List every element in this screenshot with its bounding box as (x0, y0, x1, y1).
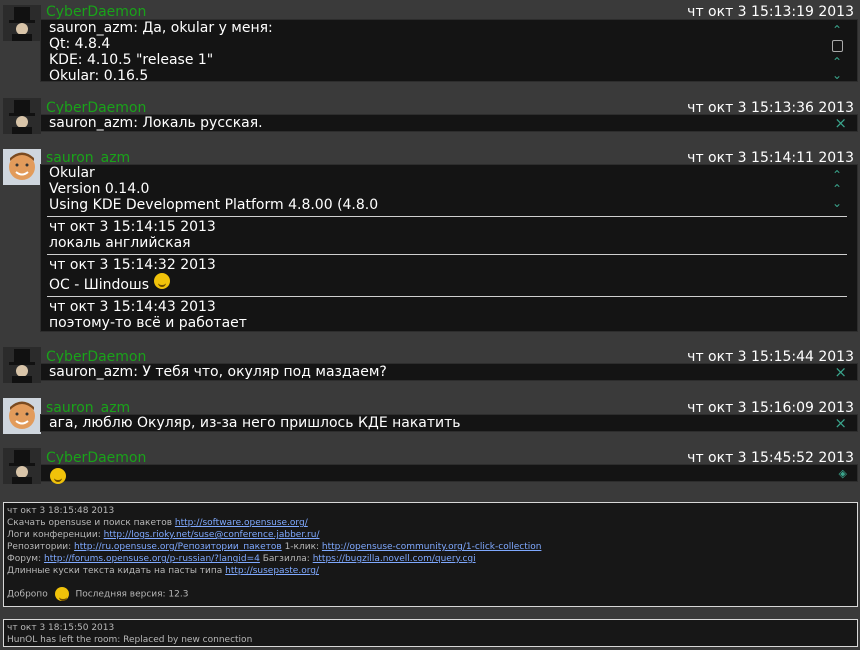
message: CyberDaemon чт окт 3 15:13:19 2013 sauro… (0, 5, 860, 85)
timestamp: чт окт 3 15:13:19 2013 (687, 4, 854, 20)
avatar (3, 149, 41, 185)
link[interactable]: http://opensuse-community.org/1-click-co… (322, 542, 542, 552)
message-line: ОС - Шindoшs (49, 277, 150, 293)
system-event: чт окт 3 18:15:50 2013 HunOL has left th… (3, 619, 858, 647)
message: sauron_azm чт окт 3 15:16:09 2013 ага, л… (0, 398, 860, 434)
message-body: ◈ (40, 464, 858, 484)
link[interactable]: http://ru.opensuse.org/Репозитории_пакет… (74, 542, 282, 552)
smiley-wave-icon (50, 468, 66, 484)
message-line: Okular: 0.16.5 (49, 68, 149, 84)
message-line: sauron_azm: Да, okular у меня: (49, 20, 273, 36)
message-line: Okular (49, 165, 95, 181)
topic-text: Длинные куски текста кидать на пасты тип… (7, 566, 226, 576)
close-icon[interactable]: × (834, 416, 847, 431)
followup-time: чт окт 3 15:14:32 2013 (49, 257, 216, 273)
scroll-up-icon[interactable]: ⌃ (829, 169, 845, 181)
topic-text: Добропо (7, 589, 48, 600)
event-text: HunOL has left the room: Replaced by new… (7, 635, 253, 645)
message-line: ага, люблю Окуляр, из-за него пришлось К… (49, 415, 461, 431)
topic-time: чт окт 3 18:15:48 2013 (7, 506, 115, 516)
message-line: sauron_azm: У тебя что, окуляр под мазда… (49, 364, 387, 380)
topic-text: Скачать opensuse и поиск пакетов (7, 518, 175, 528)
message-body: sauron_azm: Локаль русская. × (40, 114, 858, 132)
topic-text: Репозитории: (7, 542, 75, 552)
message-line: поэтому-то всё и работает (49, 315, 247, 331)
message-body: sauron_azm: У тебя что, окуляр под мазда… (40, 363, 858, 381)
topic-text: Багзилла: (259, 554, 313, 564)
divider (47, 216, 847, 217)
message-body: sauron_azm: Да, okular у меня: Qt: 4.8.4… (40, 19, 858, 84)
message-line: Version 0.14.0 (49, 181, 150, 197)
topic-text: Последняя версия: 12.3 (75, 589, 189, 600)
avatar (3, 398, 41, 434)
message: CyberDaemon чт окт 3 15:45:52 2013 ◈ (0, 448, 860, 484)
scroll-up-icon[interactable]: ⌃ (829, 183, 845, 195)
message-line-row: ОС - Шindoшs (49, 273, 857, 293)
link[interactable]: http://logs.rioky.net/suse@conference.ja… (104, 530, 320, 540)
message-body: ага, люблю Окуляр, из-за него пришлось К… (40, 414, 858, 432)
message-line: KDE: 4.10.5 "release 1" (49, 52, 214, 68)
scroll-handle[interactable] (829, 40, 845, 54)
link[interactable]: https://bugzilla.novell.com/query.cgi (313, 554, 476, 564)
avatar (3, 448, 41, 484)
link[interactable]: http://software.opensuse.org/ (175, 518, 308, 528)
close-icon[interactable]: × (834, 116, 847, 131)
divider (47, 296, 847, 297)
expand-icon[interactable]: ◈ (839, 466, 847, 481)
message: CyberDaemon чт окт 3 15:15:44 2013 sauro… (0, 347, 860, 383)
link[interactable]: http://forums.opensuse.org/p-russian/?la… (44, 554, 260, 564)
followup-time: чт окт 3 15:14:15 2013 (49, 219, 216, 235)
message-line: локаль английская (49, 235, 191, 251)
message-line: Qt: 4.8.4 (49, 36, 111, 52)
topic-text: Форум: (7, 554, 44, 564)
message-body: Okular Version 0.14.0 Using KDE Developm… (40, 164, 858, 332)
divider (47, 254, 847, 255)
event-time: чт окт 3 18:15:50 2013 (7, 623, 115, 633)
topic-text: 1-клик: (281, 542, 322, 552)
close-icon[interactable]: × (834, 365, 847, 380)
room-topic: чт окт 3 18:15:48 2013 Скачать opensuse … (3, 502, 858, 607)
message-line: Using KDE Development Platform 4.8.00 (4… (49, 197, 379, 213)
message-line: sauron_azm: Локаль русская. (49, 115, 263, 131)
link[interactable]: http://susepaste.org/ (225, 566, 319, 576)
scroll-down-icon[interactable]: ⌄ (829, 69, 845, 81)
scroll-up-icon[interactable]: ⌃ (829, 56, 845, 68)
followup-time: чт окт 3 15:14:43 2013 (49, 299, 216, 315)
message: sauron_azm чт окт 3 15:14:11 2013 Okular… (0, 149, 860, 334)
avatar (3, 98, 41, 134)
smiley-icon (54, 587, 69, 601)
smiley-icon (153, 273, 170, 289)
scroll-up-icon[interactable]: ⌃ (829, 24, 845, 36)
avatar (3, 5, 41, 41)
nickname[interactable]: CyberDaemon (46, 5, 146, 20)
topic-text: Логи конференции: (7, 530, 104, 540)
message: CyberDaemon чт окт 3 15:13:36 2013 sauro… (0, 98, 860, 134)
scroll-down-icon[interactable]: ⌄ (829, 197, 845, 209)
avatar (3, 347, 41, 383)
